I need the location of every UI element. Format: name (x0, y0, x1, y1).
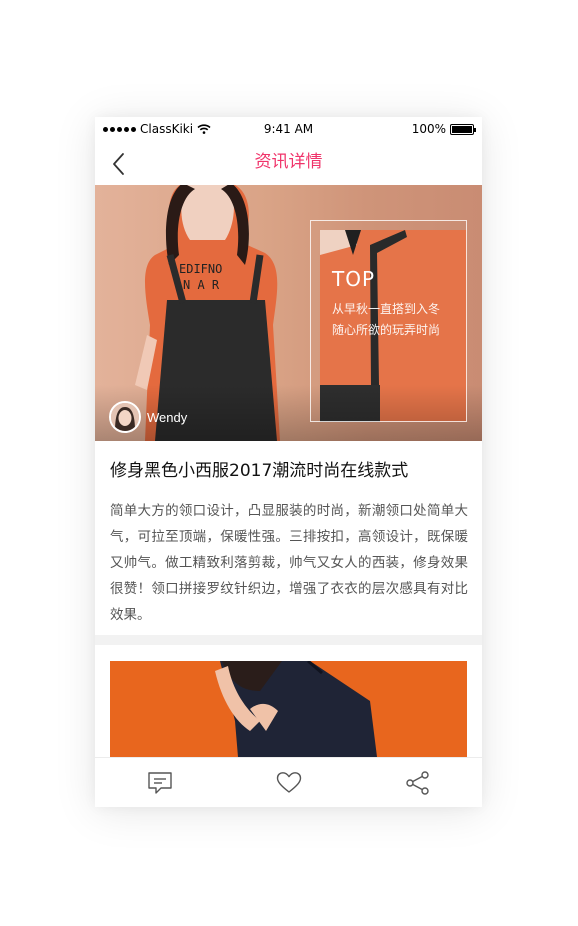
comment-icon (147, 771, 172, 794)
battery-icon (450, 123, 476, 135)
battery-percent: 100% (411, 122, 446, 136)
overlay-line-1: 从早秋一直搭到入冬 (332, 302, 441, 316)
second-card-image (110, 661, 467, 757)
avatar[interactable] (109, 401, 141, 433)
svg-text:N A R: N A R (183, 278, 220, 292)
article-scroll[interactable]: EDIFNO N A R TOP 从早秋一直搭到入冬 随心所欲的玩弄时尚 Wen… (95, 185, 482, 757)
overlay-line-2: 随心所欲的玩弄时尚 (332, 323, 441, 337)
overlay-subtitle: 从早秋一直搭到入冬 随心所欲的玩弄时尚 (332, 299, 467, 341)
phone-screen: ClassKiki 9:41 AM 100% 资讯详情 EDIFNO N A R… (95, 117, 482, 807)
second-card[interactable] (95, 645, 482, 757)
nav-bar: 资讯详情 (95, 141, 482, 185)
author-info[interactable]: Wendy (109, 401, 187, 433)
bottom-toolbar (95, 757, 482, 807)
hero-image[interactable]: EDIFNO N A R TOP 从早秋一直搭到入冬 随心所欲的玩弄时尚 Wen… (95, 185, 482, 441)
article-card: EDIFNO N A R TOP 从早秋一直搭到入冬 随心所欲的玩弄时尚 Wen… (95, 185, 482, 635)
author-name: Wendy (147, 409, 188, 425)
battery-level (452, 125, 472, 133)
comment-button[interactable] (95, 758, 224, 807)
chevron-left-icon[interactable] (109, 151, 129, 177)
article-body: 简单大方的领口设计，凸显服装的时尚，新潮领口处简单大气，可拉至顶端，保暖性强。三… (110, 503, 468, 623)
second-photo (110, 661, 467, 757)
page-title: 资讯详情 (254, 152, 323, 172)
svg-text:EDIFNO: EDIFNO (179, 262, 222, 276)
article-title: 修身黑色小西服2017潮流时尚在线款式 (110, 461, 409, 481)
status-right: 100% (411, 122, 476, 136)
status-bar: ClassKiki 9:41 AM 100% (95, 117, 482, 141)
like-button[interactable] (224, 758, 353, 807)
share-icon (405, 770, 429, 795)
share-button[interactable] (353, 758, 482, 807)
overlay-title: TOP (332, 267, 376, 291)
heart-icon (276, 771, 301, 793)
